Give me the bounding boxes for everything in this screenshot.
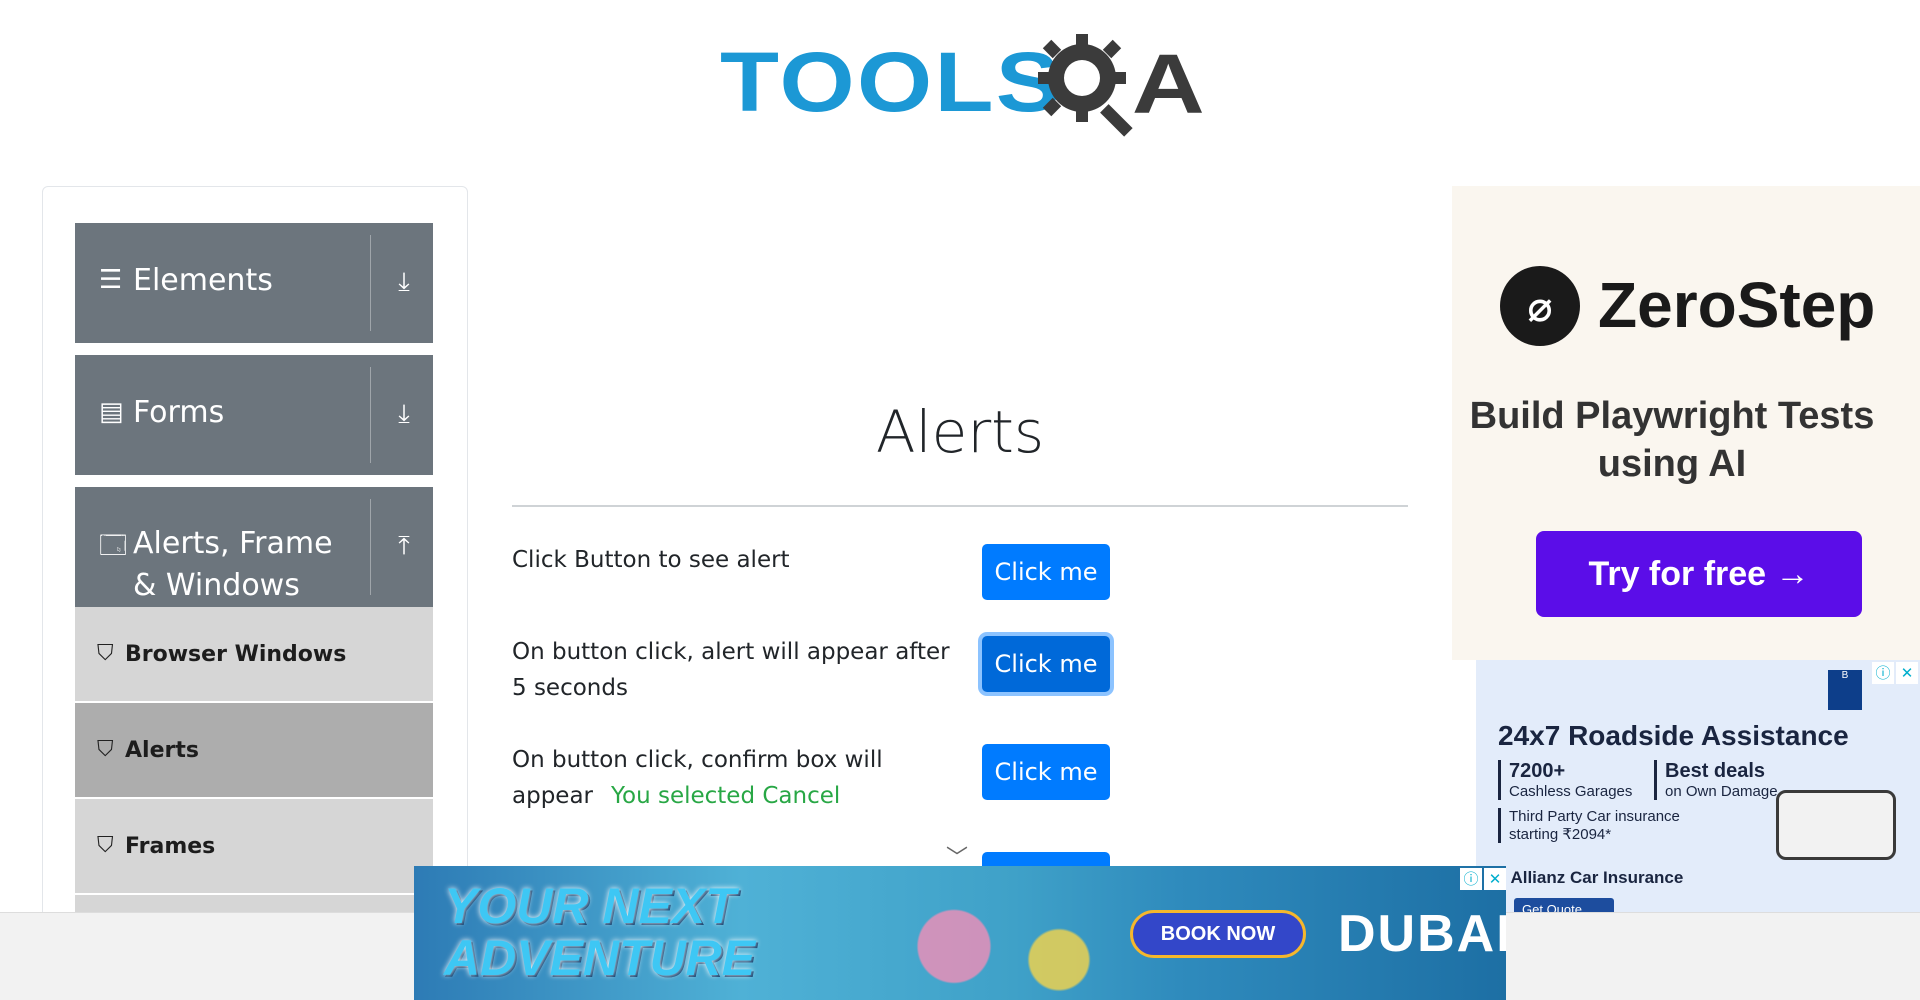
timer-alert-row-text: On button click, alert will appear after… — [512, 639, 950, 701]
ad-info-icon[interactable]: ⓘ — [1872, 662, 1894, 684]
ad-zerostep[interactable]: ⌀ ZeroStep Build Playwright Tests using … — [1452, 186, 1920, 660]
ad-close-icon[interactable]: ✕ — [1896, 662, 1918, 684]
ad-feature-small: starting ₹2094* — [1509, 826, 1612, 843]
download-arrow-icon[interactable]: ⤓ — [389, 399, 419, 430]
ad-slogan-line: YOUR NEXT — [444, 878, 736, 934]
ad-feature-big: 7200+ — [1509, 760, 1566, 782]
sidebar-group-alerts-frame-windows[interactable]: 🗔 Alerts, Frame & Windows ⤒ — [75, 487, 433, 607]
ad-close-icon[interactable]: ✕ — [1484, 868, 1506, 890]
confirm-row-text: On button click, confirm box will appear… — [512, 742, 962, 814]
upload-arrow-icon[interactable]: ⤒ — [389, 531, 419, 562]
sidebar-group-elements[interactable]: ☰ Elements ⤓ — [75, 223, 433, 343]
ad-brand: DUBAI — [1338, 905, 1506, 963]
prompt-button-partial[interactable] — [982, 852, 1110, 866]
sidebar-item-frames[interactable]: ⛉ Frames — [75, 799, 433, 895]
ad-insurance[interactable]: B ⓘ ✕ 24x7 Roadside Assistance 7200+ Cash… — [1476, 660, 1920, 912]
ad-dubai[interactable]: YOUR NEXT ADVENTURE BOOK NOW DUBAI ⓘ ✕ — [414, 866, 1506, 1000]
ad-feature-small: on Own Damage — [1665, 783, 1778, 800]
logo-text: TOOLS — [720, 35, 1063, 129]
sidebar: ☰ Elements ⤓ ▤ Forms ⤓ 🗔 Alerts, Frame &… — [42, 186, 468, 926]
sidebar-item-alerts[interactable]: ⛉ Alerts — [75, 703, 433, 799]
ad-feature: 7200+ Cashless Garages — [1498, 760, 1632, 800]
ad-brand: ajaj Allianz Car Insurance — [1478, 868, 1684, 887]
confirm-result: You selected Cancel — [611, 783, 841, 809]
ad-feature-small: Cashless Garages — [1509, 783, 1633, 800]
toolsqa-logo[interactable]: TOOLS A — [720, 22, 1210, 142]
sidebar-group-label: Forms — [133, 395, 225, 430]
sidebar-group-forms[interactable]: ▤ Forms ⤓ — [75, 355, 433, 475]
download-arrow-icon[interactable]: ⤓ — [389, 267, 419, 298]
ad-title: 24x7 Roadside Assistance — [1498, 720, 1849, 751]
ad-cta-button[interactable]: Try for free → — [1536, 531, 1862, 617]
ad-slogan-line: ADVENTURE — [444, 930, 756, 986]
bajaj-logo-icon: B — [1828, 670, 1862, 710]
confirm-button[interactable]: Click me — [982, 744, 1110, 800]
ad-feature: Best deals on Own Damage — [1654, 760, 1778, 800]
ad-feature: Third Party Car insurance starting ₹2094* — [1498, 808, 1680, 843]
truck-image — [1776, 790, 1896, 860]
sidebar-group-label: Alerts, Frame & Windows — [133, 526, 333, 603]
html5-icon: ⛉ — [97, 641, 114, 666]
divider — [370, 235, 371, 331]
html5-icon: ⛉ — [97, 737, 114, 762]
sidebar-item-browser-windows[interactable]: ⛉ Browser Windows — [75, 607, 433, 703]
ad-brand: ZeroStep — [1598, 269, 1876, 341]
ad-cta-button[interactable]: Get Quote — [1514, 898, 1614, 912]
hamburger-icon: ☰ — [99, 265, 123, 295]
document-icon: ▤ — [99, 397, 124, 427]
sidebar-item-label: Frames — [125, 834, 216, 859]
book-now-button[interactable]: BOOK NOW — [1130, 910, 1306, 958]
ad-feature-small: Third Party Car insurance — [1509, 808, 1680, 825]
divider — [370, 499, 371, 595]
window-icon: 🗔 — [99, 531, 128, 561]
ad-info-icon[interactable]: ⓘ — [1460, 868, 1482, 890]
logo-text-a: A — [1131, 37, 1205, 131]
ad-slogan: YOUR NEXT ADVENTURE — [444, 880, 755, 984]
sidebar-item-label: Alerts — [125, 738, 199, 763]
title-divider — [512, 505, 1408, 507]
ad-tagline: Build Playwright Tests using AI — [1469, 395, 1875, 485]
page-title: Alerts — [875, 398, 1045, 466]
zerostep-logo-icon: ⌀ — [1500, 266, 1580, 346]
timer-alert-button[interactable]: Click me — [982, 636, 1110, 692]
pool-image — [834, 866, 1134, 1000]
sidebar-group-label: Elements — [133, 263, 273, 298]
sidebar-item-label: Browser Windows — [125, 642, 347, 667]
divider — [370, 367, 371, 463]
ad-feature-big: Best deals — [1665, 760, 1766, 782]
alert-button[interactable]: Click me — [982, 544, 1110, 600]
html5-icon: ⛉ — [97, 833, 114, 858]
alert-row-text: Click Button to see alert — [512, 547, 790, 573]
